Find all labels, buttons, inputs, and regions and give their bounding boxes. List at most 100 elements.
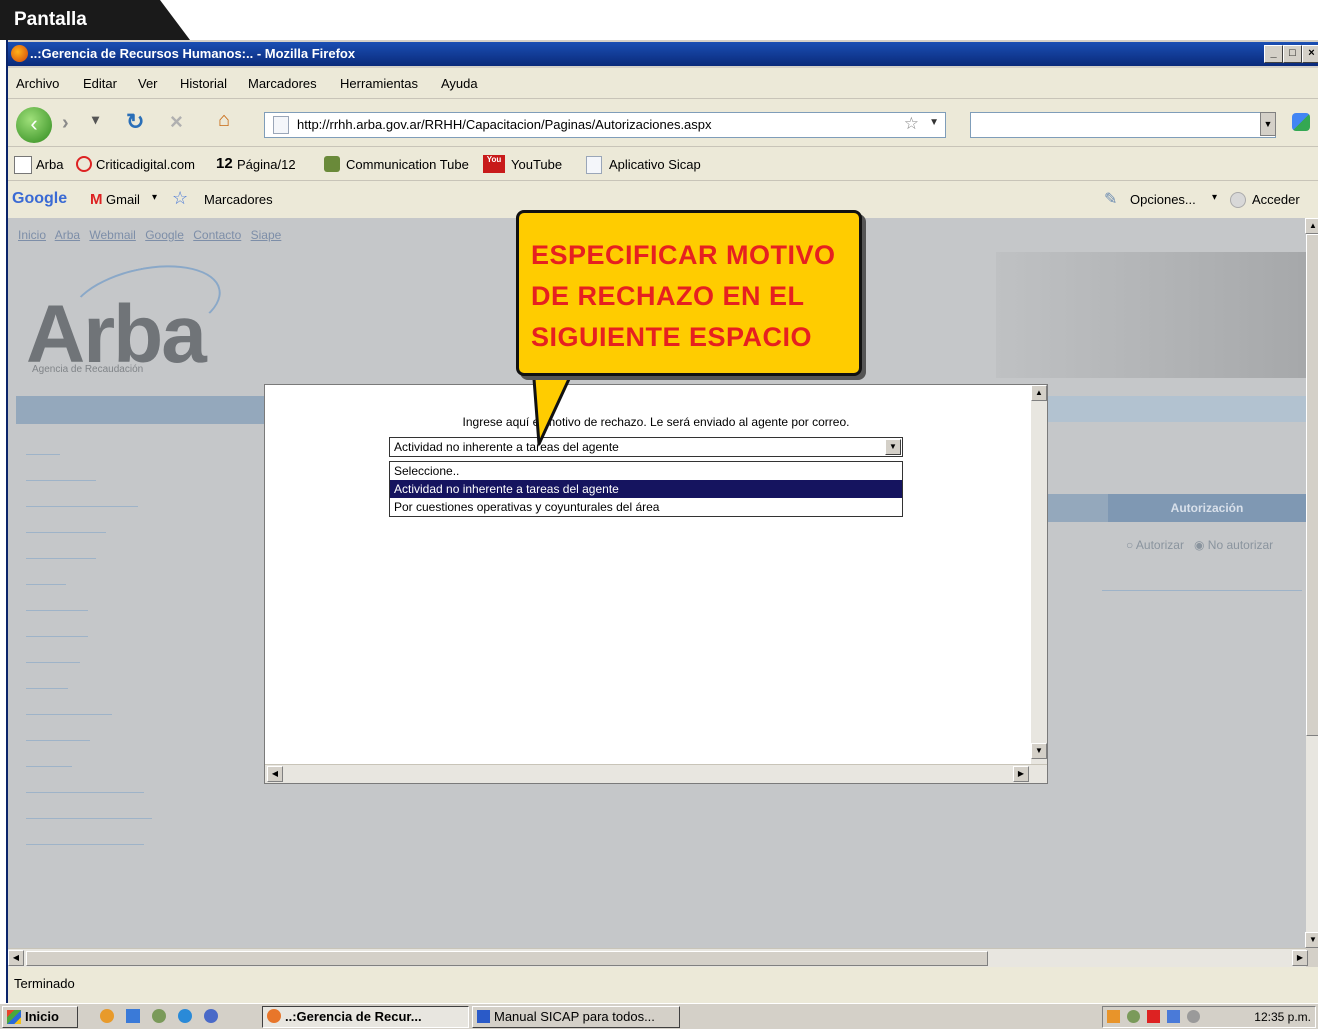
search-engine-icon[interactable] — [1292, 113, 1310, 131]
maximize-button[interactable]: □ — [1283, 45, 1302, 63]
header-image — [996, 252, 1306, 378]
reload-icon[interactable]: ↻ — [126, 109, 144, 135]
radio-autorizar-icon[interactable]: ○ — [1126, 538, 1133, 552]
menu-ver[interactable]: Ver — [138, 76, 158, 91]
link-contacto[interactable]: Contacto — [193, 228, 241, 242]
sidebar-link[interactable] — [26, 712, 112, 715]
dialog-scroll-left-icon[interactable]: ◀ — [267, 766, 283, 782]
menu-ayuda[interactable]: Ayuda — [441, 76, 478, 91]
quicklaunch-browser-icon[interactable] — [178, 1009, 192, 1023]
opciones-button[interactable]: Opciones... — [1130, 192, 1196, 207]
start-button[interactable]: Inicio — [2, 1006, 78, 1028]
menu-editar[interactable]: Editar — [83, 76, 117, 91]
bookmark-communication-tube[interactable]: Communication Tube — [346, 157, 469, 172]
menu-herramientas[interactable]: Herramientas — [340, 76, 418, 91]
star-icon[interactable]: ☆ — [904, 114, 919, 134]
youtube-favicon: You — [483, 155, 505, 173]
link-siape[interactable]: Siape — [251, 228, 282, 242]
gmail-button[interactable]: Gmail — [106, 192, 140, 207]
sidebar-link[interactable] — [26, 660, 80, 663]
option-cuestiones-operativas[interactable]: Por cuestiones operativas y coyunturales… — [390, 498, 902, 516]
taskbar-word[interactable]: Manual SICAP para todos... — [472, 1006, 680, 1028]
sidebar-link[interactable] — [26, 452, 60, 455]
quicklaunch-media-icon[interactable] — [204, 1009, 218, 1023]
link-google[interactable]: Google — [145, 228, 184, 242]
close-button[interactable]: × — [1302, 45, 1318, 63]
option-seleccione[interactable]: Seleccione.. — [390, 462, 902, 480]
dialog-horizontal-scrollbar[interactable]: ◀ ▶ — [265, 764, 1047, 783]
navigation-toolbar: ‹ › ▾ ↻ × ⌂ http://rrhh.arba.gov.ar/RRHH… — [8, 98, 1318, 147]
home-icon[interactable]: ⌂ — [218, 109, 230, 132]
radio-no-autorizar-icon[interactable]: ◉ — [1194, 538, 1204, 552]
quicklaunch-clock-icon[interactable] — [100, 1009, 114, 1023]
gmail-dropdown-icon[interactable]: ▾ — [152, 192, 157, 203]
tray-clock-icon[interactable] — [1107, 1010, 1120, 1023]
dialog-scroll-up-icon[interactable]: ▲ — [1031, 385, 1047, 401]
sidebar-link[interactable] — [26, 686, 68, 689]
quicklaunch-ie-icon[interactable] — [126, 1009, 140, 1023]
sidebar-link[interactable] — [26, 556, 96, 559]
page-horizontal-scrollbar[interactable]: ◀ ▶ — [8, 948, 1308, 967]
bookmark-aplicativo-sicap[interactable]: Aplicativo Sicap — [609, 157, 701, 172]
bookmark-pagina12[interactable]: Página/12 — [237, 157, 296, 172]
link-arba[interactable]: Arba — [55, 228, 80, 242]
page-vertical-scrollbar[interactable]: ▲ ▼ — [1305, 218, 1318, 948]
tray-volume-icon[interactable] — [1187, 1010, 1200, 1023]
option-actividad-no-inherente[interactable]: Actividad no inherente a tareas del agen… — [390, 480, 902, 498]
dialog-scroll-right-icon[interactable]: ▶ — [1013, 766, 1029, 782]
sidebar-link[interactable] — [26, 582, 66, 585]
scroll-down-icon[interactable]: ▼ — [1305, 932, 1318, 948]
row-link[interactable] — [1102, 590, 1302, 591]
dialog-vertical-scrollbar[interactable]: ▲ ▼ — [1031, 385, 1047, 765]
url-dropdown-icon[interactable]: ▼ — [929, 117, 939, 128]
sidebar-link[interactable] — [26, 530, 106, 533]
search-dropdown-icon[interactable]: ▼ — [1260, 112, 1276, 136]
sidebar-link[interactable] — [26, 504, 138, 507]
rejection-reason-select[interactable]: Actividad no inherente a tareas del agen… — [389, 437, 903, 457]
history-dropdown-icon[interactable]: ▾ — [92, 111, 99, 128]
menu-archivo[interactable]: Archivo — [16, 76, 59, 91]
sidebar-link[interactable] — [26, 816, 152, 819]
minimize-button[interactable]: _ — [1264, 45, 1283, 63]
bookmark-youtube[interactable]: YouTube — [511, 157, 562, 172]
google-logo[interactable]: Google — [12, 190, 67, 208]
menu-marcadores[interactable]: Marcadores — [248, 76, 317, 91]
sidebar-link[interactable] — [26, 634, 88, 637]
tray-antivirus-icon[interactable] — [1147, 1010, 1160, 1023]
taskbar-firefox[interactable]: ..:Gerencia de Recur... — [262, 1006, 469, 1028]
link-webmail[interactable]: Webmail — [89, 228, 135, 242]
star-bookmark-icon: ☆ — [172, 188, 189, 208]
stop-icon[interactable]: × — [170, 109, 183, 135]
scroll-up-icon[interactable]: ▲ — [1305, 218, 1318, 234]
link-inicio[interactable]: Inicio — [18, 228, 46, 242]
dialog-scroll-down-icon[interactable]: ▼ — [1031, 743, 1047, 759]
sidebar-link[interactable] — [26, 478, 96, 481]
marcadores-button[interactable]: Marcadores — [204, 192, 273, 207]
scroll-thumb[interactable] — [1306, 234, 1318, 736]
menu-historial[interactable]: Historial — [180, 76, 227, 91]
forward-button[interactable]: › — [62, 112, 69, 135]
sidebar-link[interactable] — [26, 790, 144, 793]
acceder-button[interactable]: Acceder — [1252, 192, 1300, 207]
quicklaunch-app-icon[interactable] — [152, 1009, 166, 1023]
address-bar[interactable]: http://rrhh.arba.gov.ar/RRHH/Capacitacio… — [264, 112, 946, 138]
scroll-left-icon[interactable]: ◀ — [8, 950, 24, 966]
url-text: http://rrhh.arba.gov.ar/RRHH/Capacitacio… — [297, 117, 712, 132]
bookmark-arba[interactable]: Arba — [36, 157, 63, 172]
sidebar-link[interactable] — [26, 608, 88, 611]
sidebar-link[interactable] — [26, 842, 144, 845]
search-input[interactable] — [970, 112, 1276, 138]
sidebar-link[interactable] — [26, 738, 90, 741]
scroll-right-icon[interactable]: ▶ — [1292, 950, 1308, 966]
chevron-down-icon[interactable]: ▼ — [885, 439, 901, 455]
tray-app-icon[interactable] — [1127, 1010, 1140, 1023]
horizontal-scroll-thumb[interactable] — [26, 951, 988, 966]
tray-network-icon[interactable] — [1167, 1010, 1180, 1023]
title-bar[interactable]: ..:Gerencia de Recursos Humanos:.. - Moz… — [8, 42, 1318, 66]
sidebar-link[interactable] — [26, 764, 72, 767]
radio-autorizar-label: Autorizar — [1135, 538, 1184, 552]
opciones-dropdown-icon[interactable]: ▾ — [1212, 192, 1217, 203]
taskbar-word-label: Manual SICAP para todos... — [494, 1009, 655, 1024]
back-button[interactable]: ‹ — [16, 107, 52, 143]
bookmark-criticadigital[interactable]: Criticadigital.com — [96, 157, 195, 172]
